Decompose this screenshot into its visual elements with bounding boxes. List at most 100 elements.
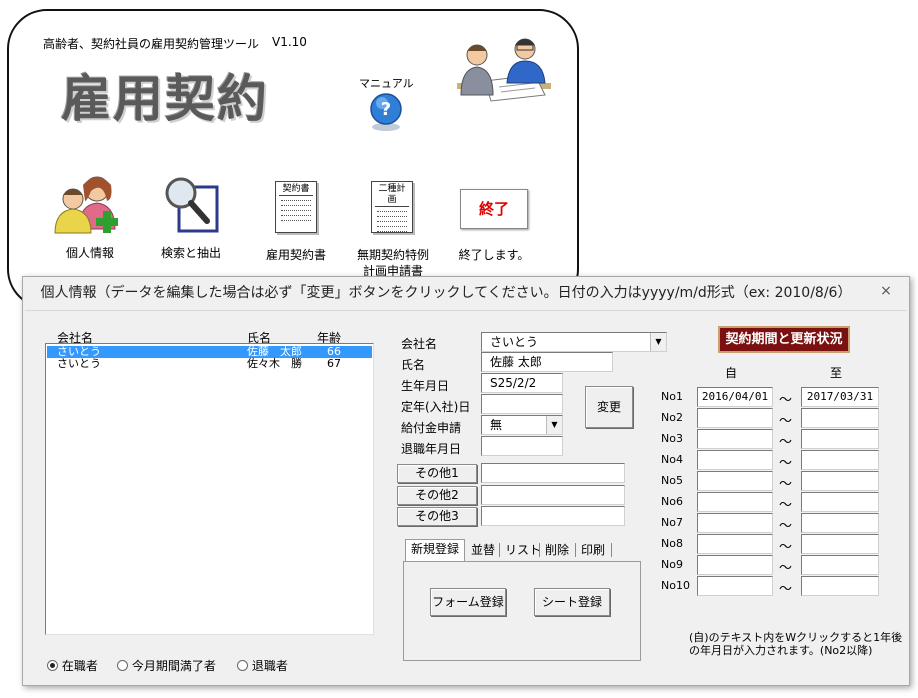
personal-info-icon[interactable] — [53, 171, 127, 235]
name-label: 氏名 — [401, 358, 426, 372]
company-combobox[interactable]: さいとう ▼ — [481, 332, 667, 352]
personal-info-label: 個人情報 — [65, 246, 114, 260]
status-to-field[interactable] — [801, 450, 879, 470]
status-tilde: ～ — [779, 456, 793, 471]
status-from-field[interactable] — [697, 408, 773, 428]
personal-info-dialog: 個人情報（データを編集した場合は必ず「変更」ボタンをクリックしてください。日付の… — [22, 276, 910, 686]
status-from-field[interactable] — [697, 429, 773, 449]
radio-employed[interactable]: 在職者 — [47, 657, 98, 674]
status-to-field[interactable] — [801, 408, 879, 428]
status-from-field[interactable] — [697, 534, 773, 554]
status-tilde: ～ — [779, 561, 793, 576]
other2-button[interactable]: その他2 — [397, 486, 477, 505]
plan-doc-header: 二種計画 — [375, 184, 409, 207]
contract-doc-header: 契約書 — [279, 184, 313, 196]
list-item-age: 67 — [327, 357, 341, 370]
other3-button[interactable]: その他3 — [397, 507, 477, 526]
status-from-field[interactable] — [697, 471, 773, 491]
to-header: 至 — [830, 366, 843, 380]
status-to-field[interactable]: 2017/03/31 — [801, 387, 879, 407]
list-item[interactable]: さいとう 佐々木 勝 67 — [47, 358, 372, 370]
status-row-no: No1 — [661, 390, 683, 403]
tab-divider — [539, 543, 540, 557]
search-extract-icon[interactable] — [163, 175, 219, 233]
status-to-field[interactable] — [801, 555, 879, 575]
status-row-no: No8 — [661, 537, 683, 550]
chevron-down-icon[interactable]: ▼ — [546, 416, 562, 434]
tab-new-register[interactable]: 新規登録 — [405, 539, 466, 561]
dialog-body: 会社名 氏名 年齢 さいとう 佐藤 太郎 66 さいとう 佐々木 勝 67 会社… — [25, 310, 907, 684]
status-from-field[interactable] — [697, 555, 773, 575]
other3-field[interactable] — [481, 506, 625, 526]
status-tilde: ～ — [779, 540, 793, 555]
status-to-field[interactable] — [801, 471, 879, 491]
radio-retired[interactable]: 退職者 — [237, 657, 288, 674]
status-tilde: ～ — [779, 414, 793, 429]
chevron-down-icon[interactable]: ▼ — [650, 333, 666, 351]
contract-document-label: 雇用契約書 — [265, 248, 326, 262]
status-tilde: ～ — [779, 519, 793, 534]
close-icon[interactable]: × — [871, 281, 901, 301]
radio-employed-dot[interactable] — [47, 660, 58, 671]
radio-retired-dot[interactable] — [237, 660, 248, 671]
name-field[interactable]: 佐藤 太郎 — [481, 352, 613, 372]
exit-label: 終了します。 — [458, 248, 530, 262]
tab-list[interactable]: リスト — [505, 541, 541, 561]
status-to-field[interactable] — [801, 429, 879, 449]
status-row-no: No4 — [661, 453, 683, 466]
status-from-field[interactable] — [697, 492, 773, 512]
status-from-field[interactable] — [697, 576, 773, 596]
status-from-field[interactable] — [697, 513, 773, 533]
status-to-field[interactable] — [801, 513, 879, 533]
other1-button[interactable]: その他1 — [397, 464, 477, 483]
contract-document-icon[interactable]: 契約書 — [275, 181, 317, 233]
status-row-no: No10 — [661, 579, 690, 592]
businessmen-illustration-icon — [455, 25, 553, 113]
form-register-button[interactable]: フォーム登録 — [430, 588, 506, 616]
status-note-1: (自)のテキスト内をWクリックすると1年後 — [689, 631, 903, 644]
plan-application-icon[interactable]: 二種計画 — [371, 181, 413, 233]
status-tilde: ～ — [779, 582, 793, 597]
plan-application-label-1: 無期契約特例 — [356, 248, 429, 262]
exit-button[interactable]: 終了 — [460, 189, 528, 229]
status-from-field[interactable]: 2016/04/01 — [697, 387, 773, 407]
benefit-combobox[interactable]: 無 ▼ — [481, 415, 563, 435]
sheet-register-button[interactable]: シート登録 — [534, 588, 610, 616]
radio-expiring-label: 今月期間満了者 — [131, 659, 216, 673]
birth-field[interactable]: S25/2/2 — [481, 373, 563, 393]
other1-field[interactable] — [481, 463, 625, 483]
tab-print[interactable]: 印刷 — [581, 541, 605, 561]
from-header: 自 — [725, 366, 738, 380]
other2-field[interactable] — [481, 485, 625, 505]
status-tilde: ～ — [779, 498, 793, 513]
app-subtitle: 高齢者、契約社員の雇用契約管理ツール — [43, 37, 260, 51]
retire-field[interactable] — [481, 394, 563, 414]
contract-status-button[interactable]: 契約期間と更新状況 — [718, 326, 850, 353]
birth-label: 生年月日 — [401, 379, 450, 393]
tab-sort[interactable]: 並替 — [471, 541, 495, 561]
employee-list[interactable]: さいとう 佐藤 太郎 66 さいとう 佐々木 勝 67 — [45, 343, 374, 635]
list-item-name: 佐々木 勝 — [247, 357, 302, 370]
leave-label: 退職年月日 — [401, 442, 462, 456]
list-item-company: さいとう — [57, 357, 101, 370]
status-note-2: の年月日が入力されます。(No2以降) — [689, 644, 873, 657]
radio-retired-label: 退職者 — [251, 659, 288, 673]
manual-help-icon[interactable]: ? — [369, 93, 403, 133]
status-from-field[interactable] — [697, 450, 773, 470]
status-row-no: No5 — [661, 474, 683, 487]
status-to-field[interactable] — [801, 492, 879, 512]
status-row-no: No2 — [661, 411, 683, 424]
tab-delete[interactable]: 削除 — [545, 541, 569, 561]
radio-expiring[interactable]: 今月期間満了者 — [117, 657, 216, 674]
status-to-field[interactable] — [801, 534, 879, 554]
radio-expiring-dot[interactable] — [117, 660, 128, 671]
status-tilde: ～ — [779, 435, 793, 450]
status-row-no: No3 — [661, 432, 683, 445]
launcher-panel: 高齢者、契約社員の雇用契約管理ツール V1.10 雇用契約 マニュアル ? 個人… — [7, 9, 579, 309]
app-big-title: 雇用契約 — [61, 69, 269, 128]
status-to-field[interactable] — [801, 576, 879, 596]
change-button[interactable]: 変更 — [585, 386, 633, 428]
tab-divider — [611, 543, 612, 557]
leave-field[interactable] — [481, 436, 563, 456]
status-row-no: No7 — [661, 516, 683, 529]
